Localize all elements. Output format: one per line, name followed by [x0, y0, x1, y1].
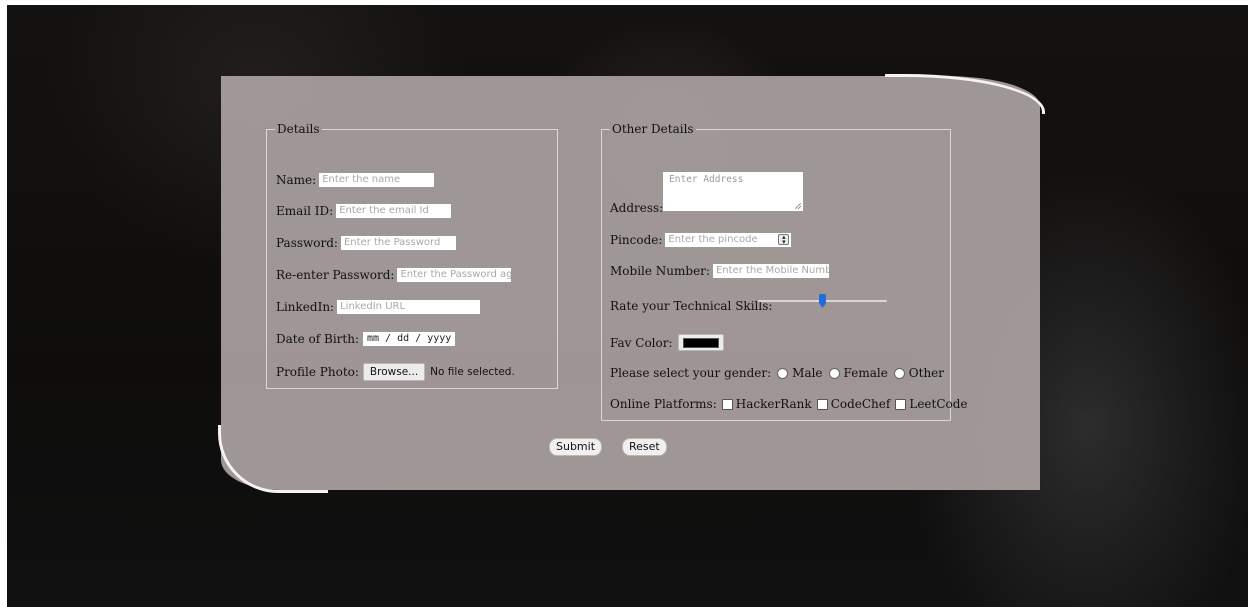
gender-label: Please select your gender: [610, 366, 772, 380]
mobile-row: Mobile Number: Enter the Mobile Numbe [610, 263, 830, 279]
address-placeholder: Enter Address [669, 174, 744, 185]
mobile-input[interactable]: Enter the Mobile Numbe [711, 263, 830, 279]
gender-radio-other[interactable] [893, 367, 905, 379]
email-input[interactable]: Enter the email Id [335, 203, 453, 219]
dob-label: Date of Birth: [276, 332, 359, 346]
gender-option-male: Male [792, 366, 823, 380]
password-row: Password: Enter the Password [276, 235, 457, 251]
pincode-placeholder: Enter the pincode [668, 234, 758, 245]
linkedin-label: LinkedIn: [276, 300, 335, 314]
platform-option-codechef: CodeChef [830, 397, 891, 411]
gender-row: Please select your gender: Male Female O… [610, 366, 944, 380]
dob-row: Date of Birth: mm / dd / yyyy [276, 331, 457, 347]
address-label-row: Address: [610, 201, 663, 215]
rate-row: Rate your Technical Skills: [610, 299, 772, 313]
platform-checkbox-leetcode[interactable] [895, 398, 907, 410]
password-input[interactable]: Enter the Password [339, 235, 457, 251]
reenter-password-label: Re-enter Password: [276, 268, 395, 282]
photo-row: Profile Photo: Browse... No file selecte… [276, 363, 515, 381]
name-input[interactable]: Enter the name [318, 172, 436, 188]
name-label: Name: [276, 173, 317, 187]
pincode-row: Pincode: Enter the pincode ▴ ▾ [610, 232, 793, 248]
browse-button[interactable]: Browse... [362, 363, 426, 381]
reset-button[interactable]: Reset [622, 438, 667, 456]
address-label: Address: [610, 201, 664, 215]
reenter-password-input[interactable]: Enter the Password aga [396, 267, 513, 283]
gender-option-female: Female [843, 366, 888, 380]
mobile-label: Mobile Number: [610, 264, 710, 278]
reenter-password-row: Re-enter Password: Enter the Password ag… [276, 267, 513, 283]
other-details-legend: Other Details [612, 122, 694, 136]
fav-color-label: Fav Color: [610, 335, 673, 350]
name-row: Name: Enter the name [276, 172, 436, 188]
platform-checkbox-hackerrank[interactable] [721, 398, 733, 410]
platform-checkbox-codechef[interactable] [816, 398, 828, 410]
pincode-label: Pincode: [610, 233, 663, 247]
submit-button[interactable]: Submit [549, 438, 603, 456]
address-textarea[interactable]: Enter Address [662, 171, 804, 212]
dob-input[interactable]: mm / dd / yyyy [361, 331, 457, 347]
gender-option-other: Other [908, 366, 945, 380]
linkedin-input[interactable]: LinkedIn URL [336, 299, 482, 315]
email-row: Email ID: Enter the email Id [276, 203, 453, 219]
platforms-label: Online Platforms: [610, 397, 717, 411]
linkedin-row: LinkedIn: LinkedIn URL [276, 299, 482, 315]
gender-radio-female[interactable] [828, 367, 840, 379]
no-file-text: No file selected. [430, 366, 515, 378]
details-fieldset: Details [266, 122, 558, 389]
platforms-row: Online Platforms: HackerRank CodeChef Le… [610, 397, 968, 411]
resize-handle-icon[interactable] [795, 203, 801, 209]
fav-color-row: Fav Color: [610, 334, 724, 351]
rate-label: Rate your Technical Skills: [610, 299, 773, 313]
details-legend: Details [277, 122, 320, 136]
platform-option-leetcode: LeetCode [909, 397, 968, 411]
password-label: Password: [276, 236, 338, 250]
email-label: Email ID: [276, 204, 334, 218]
fav-color-swatch [682, 338, 719, 348]
pincode-input[interactable]: Enter the pincode ▴ ▾ [664, 232, 793, 248]
gender-radio-male[interactable] [777, 367, 789, 379]
platform-option-hackerrank: HackerRank [735, 397, 812, 411]
fav-color-picker[interactable] [677, 334, 724, 351]
spinner-arrows-icon[interactable]: ▴ ▾ [778, 234, 790, 246]
photo-label: Profile Photo: [276, 365, 359, 379]
